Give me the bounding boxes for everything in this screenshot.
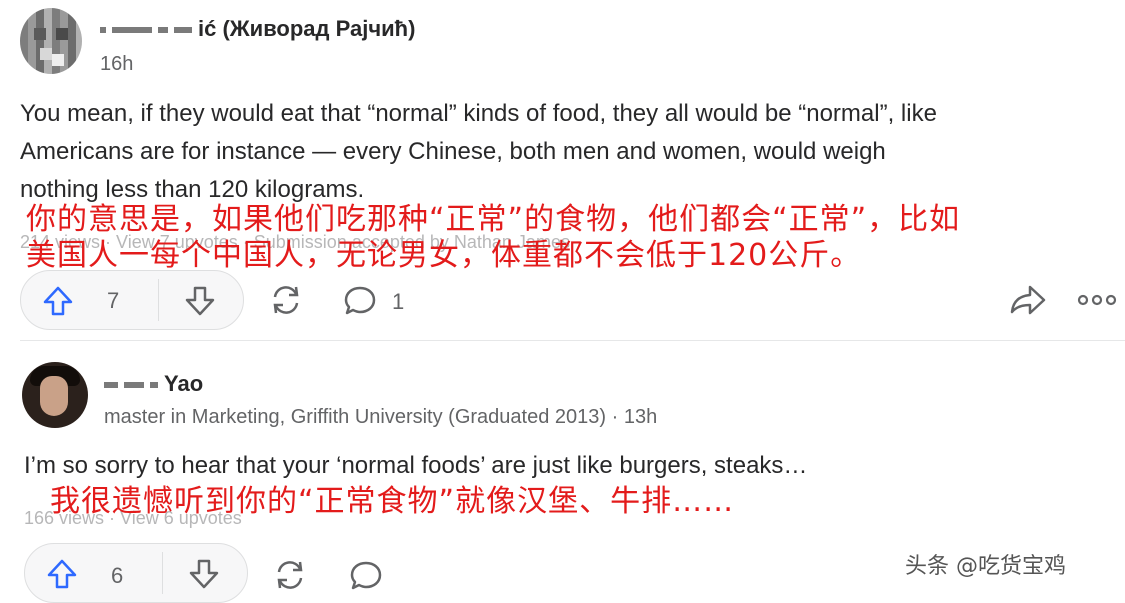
redacted-name-part	[112, 27, 152, 34]
redacted-name-part	[150, 382, 158, 389]
arrow-down-icon	[189, 559, 219, 589]
comment-icon	[350, 561, 382, 590]
ellipsis-icon	[1077, 294, 1117, 306]
watermark: 头条 @吃货宝鸡	[905, 554, 1066, 579]
vote-divider	[162, 552, 163, 594]
post-time[interactable]: 16h	[100, 53, 133, 76]
share-repost-button[interactable]	[267, 283, 305, 317]
arrow-up-icon	[43, 286, 73, 316]
author-name-text: ić (Живорад Рајчић)	[198, 16, 416, 41]
author-name[interactable]: ić (Живорад Рајчић)	[100, 16, 415, 42]
commenter-credential[interactable]: master in Marketing, Griffith University…	[104, 406, 657, 429]
commenter-name-text: Yao	[164, 371, 204, 396]
upvote-count: 7	[107, 288, 120, 313]
redacted-name-part	[124, 382, 144, 389]
translation-line: 你的意思是，如果他们吃那种“正常”的食物，他们都会“正常”，比如	[26, 202, 961, 237]
translation-line: 美国人一每个中国人，无论男女，体重都不会低于120公斤。	[26, 238, 862, 273]
share-arrow-icon	[1010, 285, 1046, 315]
vote-pill: 6	[24, 543, 248, 603]
more-options-button[interactable]	[1076, 286, 1118, 314]
commenter-avatar[interactable]	[22, 362, 88, 428]
share-repost-button[interactable]	[271, 558, 309, 592]
commenter-name[interactable]: Yao	[104, 371, 203, 397]
comment-button[interactable]	[343, 284, 377, 318]
comment-icon	[344, 286, 376, 315]
avatar-face	[40, 376, 68, 416]
comment-divider	[20, 340, 1125, 341]
upvote-button[interactable]	[45, 557, 79, 591]
vote-pill: 7	[20, 270, 244, 330]
upvote-count: 6	[111, 563, 124, 588]
arrow-down-icon	[185, 286, 215, 316]
redacted-name-part	[104, 382, 118, 389]
answer-line: You mean, if they would eat that “normal…	[20, 100, 937, 127]
redacted-name-part	[174, 27, 192, 34]
redacted-name-part	[100, 27, 106, 34]
answer-line: Americans are for instance — every Chine…	[20, 138, 886, 165]
repost-icon	[273, 286, 299, 314]
comment-button[interactable]	[349, 559, 383, 593]
downvote-button[interactable]	[183, 284, 217, 318]
downvote-button[interactable]	[187, 557, 221, 591]
arrow-up-icon	[47, 559, 77, 589]
vote-divider	[158, 279, 159, 321]
comment-body: I’m so sorry to hear that your ‘normal f…	[24, 452, 808, 479]
redacted-name-part	[158, 27, 168, 34]
translation-overlay: 你的意思是，如果他们吃那种“正常”的食物，他们都会“正常”，比如 美国人一每个中…	[26, 202, 960, 274]
share-button[interactable]	[1008, 282, 1048, 318]
repost-icon	[277, 561, 303, 589]
comment-translation: 我很遗憾听到你的“正常食物”就像汉堡、牛排……	[50, 484, 735, 519]
upvote-button[interactable]	[41, 284, 75, 318]
author-avatar[interactable]	[20, 8, 82, 74]
comment-count: 1	[392, 289, 405, 314]
answer-body: You mean, if they would eat that “normal…	[20, 95, 1120, 209]
